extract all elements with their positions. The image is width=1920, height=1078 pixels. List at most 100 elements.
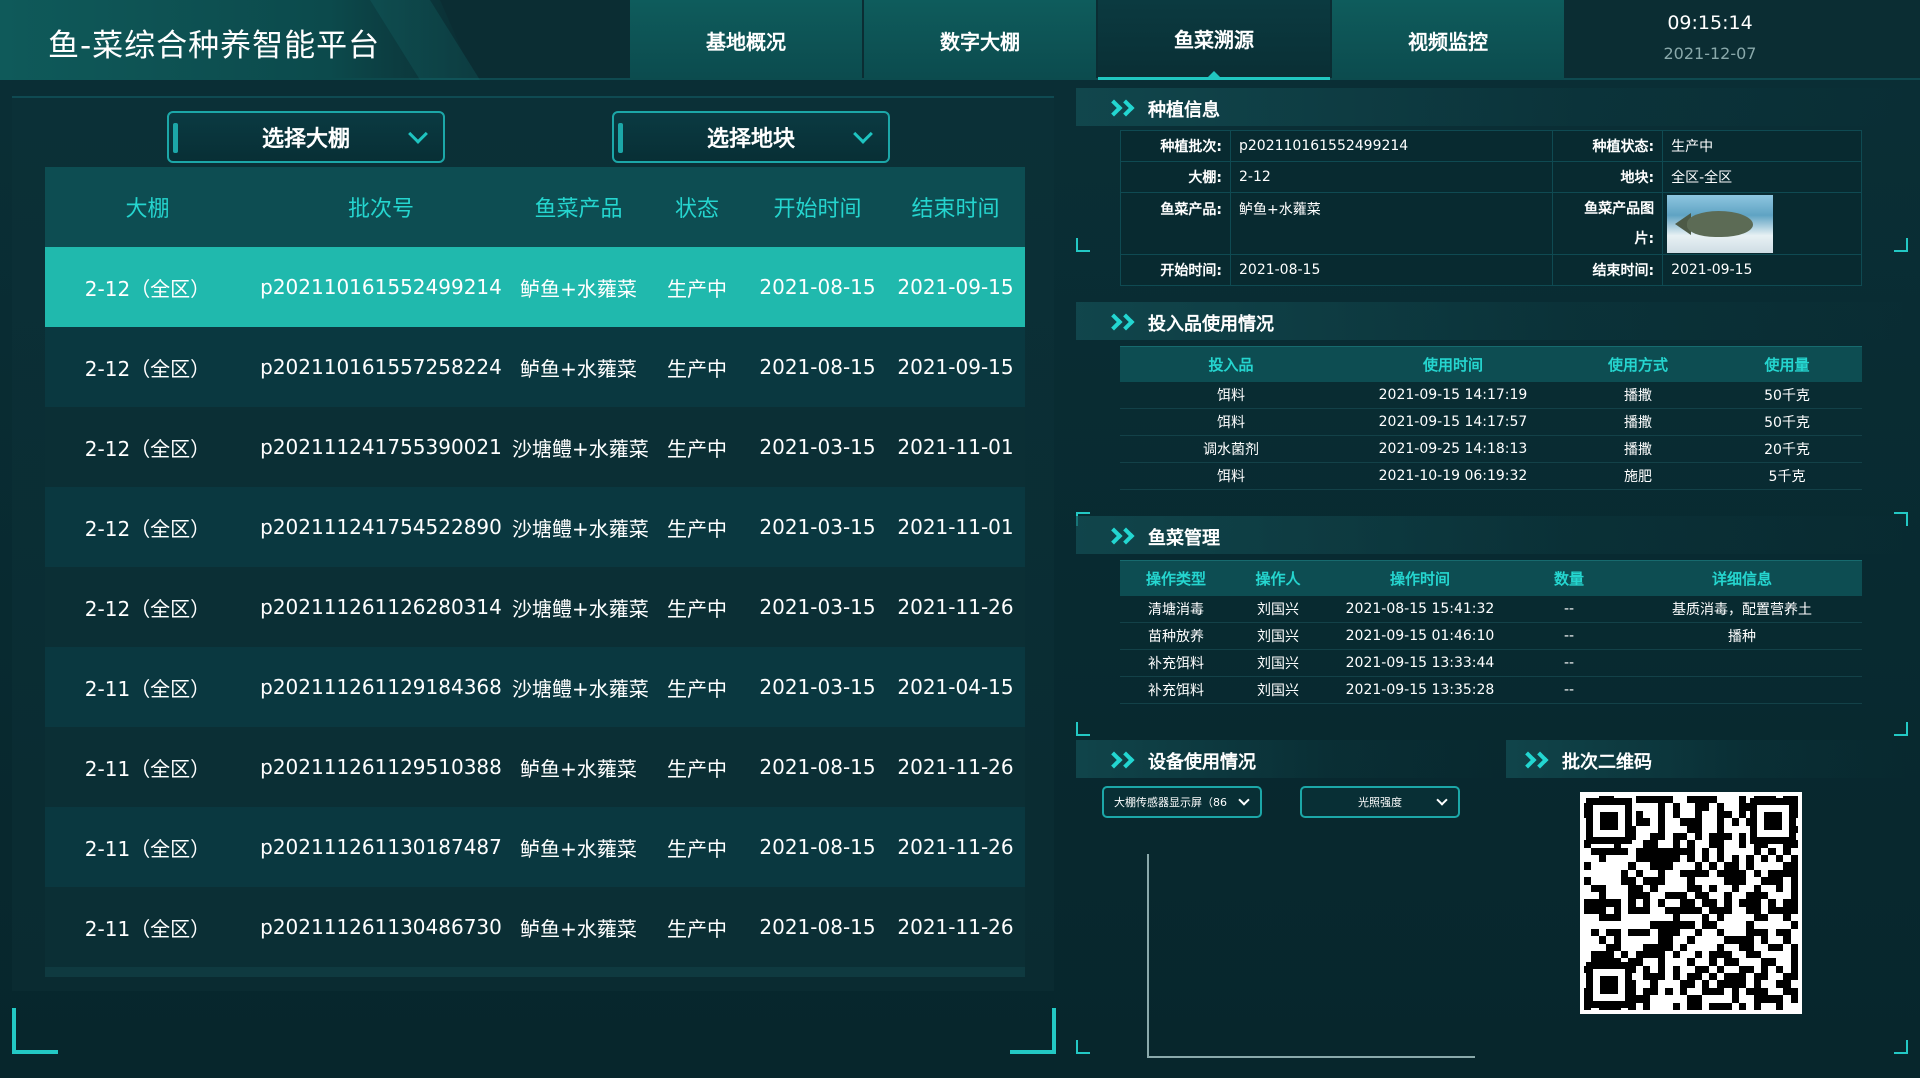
cell-status: 生产中 [667,596,727,621]
cell-batch-no: p202111261129184368 [260,675,502,699]
cell-product: 鲈鱼+水蕹菜 [520,356,637,381]
table-row[interactable]: 2-12（全区） p202111241754522890 沙塘鳢+水蕹菜 生产中 202… [45,487,1025,567]
column-header-use-time: 使用时间 [1422,356,1483,374]
cell-qty: -- [1563,682,1575,698]
management-table-body[interactable]: 清塘消毒 刘国兴 2021-08-15 15:41:32 -- 基质消毒，配置营养土 苗种… [1076,596,1908,715]
cell-product: 鲈鱼+水蕹菜 [520,916,637,941]
status-value: 生产中 [1662,130,1862,162]
section-title-planting-text: 种植信息 [1148,100,1220,121]
end-value: 2021-09-15 [1662,254,1862,286]
cell-status: 生产中 [667,276,727,301]
cell-use-time: 2021-09-15 14:17:57 [1378,414,1528,430]
cell-status: 生产中 [667,676,727,701]
cell-qty: -- [1563,601,1575,617]
cell-start-date: 2021-03-15 [759,595,876,619]
chart-y-axis [1147,854,1149,1058]
column-header-qty: 数量 [1553,570,1584,588]
cell-detail: 播种 [1728,629,1756,645]
table-row[interactable]: 2-12（全区） p202111241755390021 沙塘鳢+水蕹菜 生产中 202… [45,407,1025,487]
clock-date: 2021-12-07 [1663,44,1757,63]
list-item: 苗种放养 刘国兴 2021-09-15 01:46:10 -- 播种 [1120,623,1862,650]
cell-greenhouse: 2-11（全区） [84,916,211,941]
plot-value: 全区-全区 [1662,161,1862,193]
cell-qty: -- [1563,628,1575,644]
batch-qr-code[interactable] [1580,792,1802,1014]
cell-greenhouse: 2-12（全区） [84,596,211,621]
cell-product: 沙塘鳢+水蕹菜 [512,516,649,541]
cell-op-type: 补充饵料 [1148,656,1204,672]
cell-qty: -- [1563,655,1575,671]
plot-select-label: 选择地块 [706,127,795,152]
cell-use-method: 施肥 [1624,469,1652,485]
double-chevron-icon [1105,526,1142,548]
planting-info-table: 种植批次: p202110161552499214 种植状态: 生产中 大棚: … [1120,130,1862,286]
cell-status: 生产中 [667,516,727,541]
cell-greenhouse: 2-11（全区） [84,756,211,781]
product-label: 鱼菜产品: [1120,192,1231,255]
cell-status: 生产中 [667,356,727,381]
cell-amount: 50千克 [1764,415,1810,431]
tab-video-monitor[interactable]: 视频监控 [1332,0,1564,80]
qr-finder-pattern [1586,962,1632,1008]
select-edge-decor [618,123,623,153]
list-item: 饵料 2021-09-15 14:17:57 播撒 50千克 [1120,409,1862,436]
start-value: 2021-08-15 [1229,254,1554,286]
table-row[interactable]: 2-11（全区） p202111261129510388 鲈鱼+水蕹菜 生产中 2021… [45,727,1025,807]
table-row[interactable]: 2-12（全区） p202110161552499214 鲈鱼+水蕹菜 生产中 2021… [45,247,1025,327]
section-title-qr-text: 批次二维码 [1562,752,1652,773]
list-item: 饵料 2021-10-19 06:19:32 施肥 5千克 [1120,463,1862,490]
table-row[interactable]: 2-11（全区） p202111261129184368 沙塘鳢+水蕹菜 生产中 202… [45,647,1025,727]
cell-greenhouse: 2-12（全区） [84,356,211,381]
chevron-down-icon [1238,794,1250,806]
cell-greenhouse: 2-12（全区） [84,436,211,461]
tab-digital-greenhouse[interactable]: 数字大棚 [864,0,1096,80]
table-row[interactable]: 2-11（全区） p202111261130486730 鲈鱼+水蕹菜 生产中 2021… [45,887,1025,967]
inputs-table-body[interactable]: 饵料 2021-09-15 14:17:19 播撒 50千克 饵料 2021-09-15 … [1076,382,1908,501]
chart-x-axis [1147,1056,1475,1058]
cell-status: 生产中 [667,436,727,461]
table-row[interactable]: 2-12（全区） p202111261126280314 沙塘鳢+水蕹菜 生产中 202… [45,567,1025,647]
product-image-label-line1: 鱼菜产品图 [1584,200,1655,217]
cell-batch-no: p202111261126280314 [260,595,502,619]
cell-end-date: 2021-11-26 [897,595,1014,619]
cell-start-date: 2021-03-15 [759,435,876,459]
corner-decor [1894,238,1908,252]
table-row[interactable]: 2-11（全区） p202111261130187487 鲈鱼+水蕹菜 生产中 2021… [45,807,1025,887]
list-item: 清塘消毒 刘国兴 2021-08-15 15:41:32 -- 基质消毒，配置营养土 [1120,596,1862,623]
product-image[interactable] [1667,194,1774,253]
cell-batch-no: p202111261130187487 [260,835,502,859]
double-chevron-icon [1105,750,1142,772]
chevron-down-icon [1436,794,1448,806]
cell-operator: 刘国兴 [1257,629,1299,645]
section-title-management-text: 鱼菜管理 [1148,528,1220,549]
column-header-product: 鱼菜产品 [534,197,623,222]
list-item: 调水菌剂 2021-09-25 14:18:13 播撒 20千克 [1120,436,1862,463]
cell-op-time: 2021-09-15 01:46:10 [1345,628,1495,644]
cell-end-date: 2021-11-26 [897,835,1014,859]
end-label: 结束时间: [1552,254,1664,286]
cell-start-date: 2021-08-15 [759,835,876,859]
chevron-down-icon [408,124,428,144]
cell-op-type: 清塘消毒 [1148,602,1204,618]
cell-end-date: 2021-11-26 [897,755,1014,779]
cell-start-date: 2021-08-15 [759,755,876,779]
greenhouse-select[interactable]: 选择大棚 [167,111,445,163]
tab-traceability[interactable]: 鱼菜溯源 [1098,0,1330,80]
cell-use-time: 2021-09-25 14:18:13 [1378,441,1528,457]
metric-select-label: 光照强度 [1358,796,1402,809]
cell-greenhouse: 2-12（全区） [84,276,211,301]
device-select[interactable]: 大棚传感器显示屏（86 [1102,786,1262,818]
metric-select[interactable]: 光照强度 [1300,786,1460,818]
plot-select[interactable]: 选择地块 [612,111,890,163]
table-row[interactable]: 2-12（全区） p202110161557258224 鲈鱼+水蕹菜 生产中 2021… [45,327,1025,407]
cell-greenhouse: 2-12（全区） [84,516,211,541]
cell-op-type: 补充饵料 [1148,683,1204,699]
cell-input: 调水菌剂 [1203,442,1259,458]
tab-base-overview[interactable]: 基地概况 [630,0,862,80]
status-label: 种植状态: [1552,130,1664,162]
section-title-planting: 种植信息 [1105,96,1220,122]
chevron-down-icon [853,124,873,144]
section-title-management: 鱼菜管理 [1105,524,1220,550]
column-header-status: 状态 [674,197,719,222]
cell-product: 沙塘鳢+水蕹菜 [512,436,649,461]
